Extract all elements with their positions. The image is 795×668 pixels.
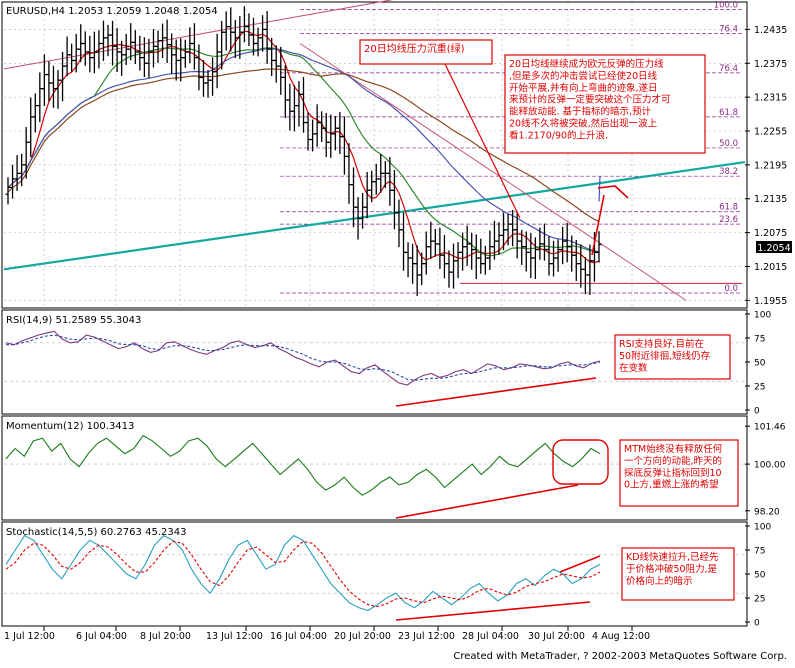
fib-level-label: 61.8 (719, 203, 738, 213)
rsi-axis-label: 0 (754, 407, 760, 417)
price-axis-label: 1.2255 (754, 127, 787, 138)
momentum-note-line: MTM始终没有释放任何 (624, 443, 723, 455)
momentum-panel-header: Momentum(12) 100.3413 (6, 421, 134, 432)
rsi-axis-label: 100 (754, 311, 771, 321)
main-note-line: 来预计的反弹一定要突破这个压力才可 (509, 94, 671, 106)
rsi-axis-label: 75 (754, 335, 765, 345)
momentum-note-line: 一个方向的动能,昨天的 (624, 455, 722, 467)
chart-svg: 100.0 76.4 76.4 61.8 50.0 38.2 61.8 23.6 0.0 1.2… (0, 0, 795, 664)
rsi-panel-header: RSI(14,9) 51.2589 55.3043 (6, 315, 141, 326)
price-axis-label: 1.2015 (754, 262, 787, 273)
time-axis-label: 23 Jul 12:00 (398, 631, 455, 642)
time-axis-label: 1 Jul 12:00 (4, 631, 55, 642)
fib-level-label: 0.0 (724, 284, 738, 294)
stochastic-axis-label: 25 (754, 595, 765, 605)
time-axis-label: 4 Aug 12:00 (592, 631, 650, 642)
main-note-line: 20线不久将被突破,然后出现一波上 (509, 118, 658, 130)
momentum-axis-label: 101.46 (754, 423, 786, 433)
momentum-note-line: 探底反弹让指标回到10 (624, 467, 722, 479)
rsi-axis-label: 50 (754, 359, 766, 369)
stochastic-axis-label: 0 (754, 619, 760, 629)
momentum-axis-label: 100.00 (754, 461, 786, 471)
stoch-note-line: KD线快速拉升,已经先 (626, 551, 719, 563)
fib-level-label: 76.4 (719, 64, 738, 74)
main-note-line: ,但是多次的冲击尝试已经使20日线 (509, 70, 658, 82)
stoch-note-line: 价格向上的暗示 (626, 575, 693, 587)
fib-level-label: 61.8 (719, 108, 738, 118)
price-axis-label: 1.2435 (754, 25, 787, 36)
main-note-line: 能释放动能. 基于指标的暗示,预计 (509, 106, 652, 118)
price-axis-label: 1.2315 (754, 93, 787, 104)
rsi-note-line: 50附近徘徊,短线仍存 (619, 350, 711, 362)
fib-level-label: 50.0 (719, 139, 738, 149)
fib-level-label: 23.6 (719, 215, 738, 225)
rsi-axis-label: 25 (754, 383, 765, 393)
stochastic-axis-label: 100 (754, 523, 771, 533)
stochastic-panel-header: Stochastic(14,5,5) 60.2763 45.2343 (6, 527, 186, 538)
momentum-axis-label: 98.20 (754, 507, 780, 517)
stoch-note-line: 于价格冲破50阻力,是 (626, 563, 718, 575)
price-axis-label: 1.1955 (754, 296, 787, 307)
time-axis-label: 28 Jul 04:00 (462, 631, 519, 642)
stochastic-axis-label: 50 (754, 571, 766, 581)
chart-root: 100.0 76.4 76.4 61.8 50.0 38.2 61.8 23.6 0.0 1.2… (0, 0, 795, 664)
stochastic-axis-label: 75 (754, 547, 765, 557)
time-axis-label: 13 Jul 12:00 (206, 631, 263, 642)
price-panel-header: EURUSD,H4 1.2053 1.2059 1.2048 1.2054 (6, 6, 218, 17)
footer-credit: Created with MetaTrader, ? 2002-2003 Met… (453, 651, 787, 662)
time-axis-label: 8 Jul 20:00 (140, 631, 191, 642)
rsi-note-line: 在变数 (619, 362, 648, 374)
price-axis-label: 1.2075 (754, 228, 787, 239)
time-axis-label: 6 Jul 04:00 (76, 631, 127, 642)
current-price-label: 1.2054 (757, 243, 790, 254)
time-axis-label: 20 Jul 20:00 (334, 631, 391, 642)
main-note-line: 20日均线继续成为欧元反弹的压力线 (509, 58, 664, 70)
time-axis-label: 16 Jul 04:00 (270, 631, 327, 642)
main-note-line: 开始平展,并有向上弯曲的迹象,遂日 (509, 82, 658, 94)
fib-level-label: 76.4 (719, 24, 738, 34)
rsi-note-line: RSI支持良好,目前在 (619, 338, 704, 350)
momentum-note-line: 0上方,重燃上涨的希望 (624, 479, 719, 491)
price-axis-label: 1.2195 (754, 160, 787, 171)
fib-level-label: 100.0 (714, 1, 738, 11)
ma-note-line: 20日均线压力沉重(绿) (364, 42, 465, 55)
time-axis-label: 30 Jul 20:00 (528, 631, 585, 642)
main-note-line: 看1.2170/90的上升浪. (509, 129, 608, 141)
fib-level-label: 38.2 (719, 167, 738, 177)
price-axis-label: 1.2375 (754, 59, 787, 70)
price-axis-label: 1.2135 (754, 194, 787, 205)
